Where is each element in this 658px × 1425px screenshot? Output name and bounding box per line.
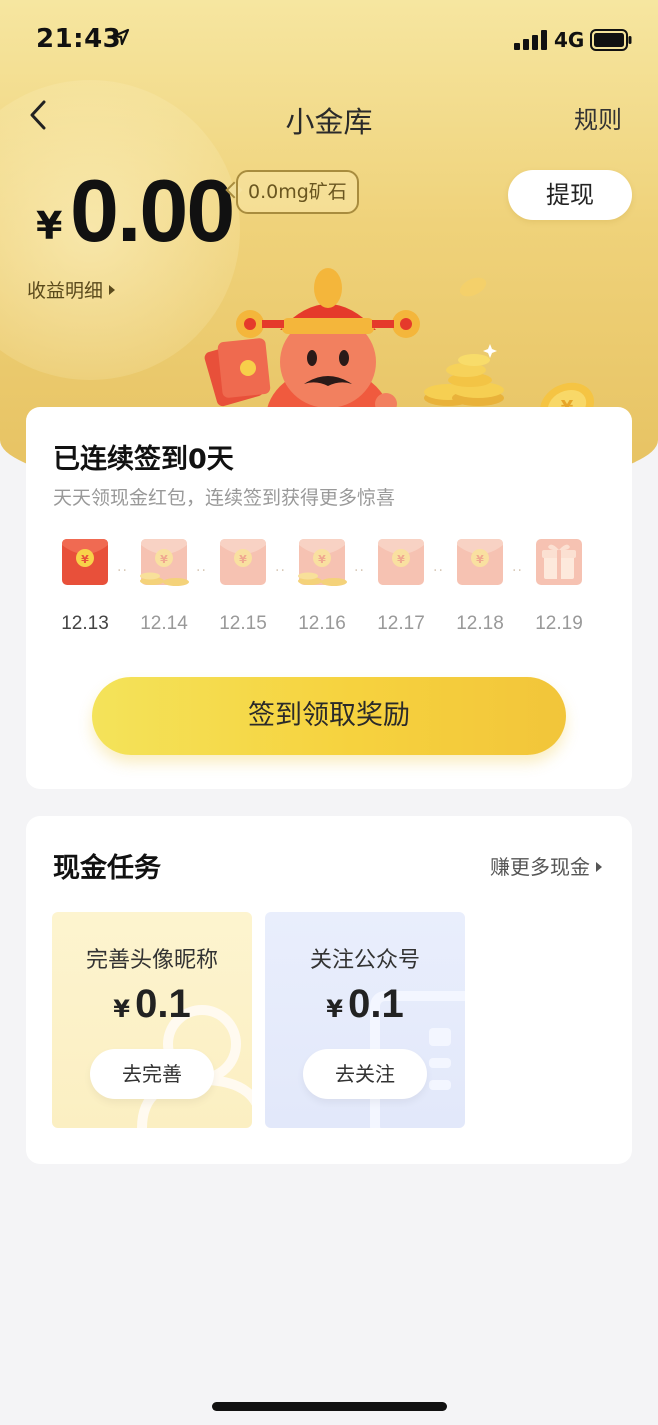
task-reward: ¥ 0.1 (265, 982, 465, 1027)
signin-day-4: ¥ 12.16 (292, 537, 352, 635)
svg-text:¥: ¥ (239, 553, 247, 566)
svg-text:¥: ¥ (318, 553, 326, 566)
svg-text:¥: ¥ (81, 553, 89, 566)
connector-dots: ·· (433, 563, 444, 579)
cash-tasks-title: 现金任务 (53, 853, 161, 884)
gold-coins-pile-icon (424, 344, 504, 406)
red-envelope-coins-icon: ¥ (140, 539, 189, 586)
earn-more-label: 赚更多现金 (490, 855, 590, 879)
svg-text:¥: ¥ (160, 553, 168, 566)
home-indicator[interactable] (212, 1402, 447, 1411)
signin-day-7: 12.19 (529, 537, 589, 635)
connector-dots: ·· (117, 563, 128, 579)
earn-more-cash-link[interactable]: 赚更多现金 (490, 851, 602, 880)
signin-day-1: ¥ 12.13 (55, 537, 115, 635)
task-amount: 0.1 (348, 982, 404, 1026)
svg-text:¥: ¥ (397, 553, 405, 566)
complete-profile-button[interactable]: 去完善 (90, 1049, 214, 1099)
signin-day-2: ¥ 12.14 (134, 537, 194, 635)
connector-dots: ·· (512, 563, 523, 579)
cellular-signal-icon (514, 30, 547, 50)
gift-box-icon (536, 539, 582, 585)
ore-badge: 0.0mg矿石 (236, 170, 359, 214)
task-reward: ¥ 0.1 (52, 982, 252, 1027)
signin-date: 12.17 (377, 613, 425, 634)
caret-right-icon (596, 862, 602, 872)
signin-date: 12.16 (298, 613, 346, 634)
withdraw-button[interactable]: 提现 (508, 170, 632, 220)
status-bar: 21:43 4G (0, 0, 658, 80)
task-card-complete-profile: 完善头像昵称 ¥ 0.1 去完善 (52, 912, 252, 1128)
floating-coin-icon (459, 277, 487, 297)
location-arrow-icon (112, 28, 130, 46)
follow-account-button[interactable]: 去关注 (303, 1049, 427, 1099)
signin-claim-reward-button[interactable]: 签到领取奖励 (92, 677, 566, 755)
task-card-follow-account: 关注公众号 ¥ 0.1 去关注 (265, 912, 465, 1128)
connector-dots: ·· (196, 563, 207, 579)
red-envelope-icon: ¥ (220, 539, 266, 585)
signin-date: 12.19 (535, 613, 583, 634)
task-name: 关注公众号 (309, 948, 420, 973)
red-envelope-icon: ¥ (62, 539, 108, 585)
connector-dots: ·· (354, 563, 365, 579)
signin-streak-title: 已连续签到0天 (53, 444, 234, 475)
signin-day-5: ¥ 12.17 (371, 537, 431, 635)
signin-day-3: ¥ 12.15 (213, 537, 273, 635)
signin-date: 12.14 (140, 613, 188, 634)
earnings-detail-link[interactable]: 收益明细 (27, 276, 116, 303)
rules-link[interactable]: 规则 (574, 100, 622, 135)
red-envelope-icon: ¥ (457, 539, 503, 585)
signin-date: 12.18 (456, 613, 504, 634)
task-amount: 0.1 (135, 982, 191, 1026)
red-envelope-coins-icon: ¥ (298, 539, 347, 586)
signin-subtitle: 天天领现金红包，连续签到获得更多惊喜 (53, 487, 396, 509)
earnings-detail-label: 收益明细 (27, 280, 104, 302)
signin-date: 12.15 (219, 613, 267, 634)
connector-dots: ·· (275, 563, 286, 579)
caret-right-icon (109, 285, 116, 295)
task-currency: ¥ (113, 995, 130, 1023)
red-envelope-icon: ¥ (378, 539, 424, 585)
status-time: 21:43 (36, 24, 122, 54)
battery-icon (590, 29, 632, 51)
balance-amount: 0.00 (70, 161, 235, 260)
task-currency: ¥ (326, 995, 343, 1023)
svg-text:¥: ¥ (476, 553, 484, 566)
task-name: 完善头像昵称 (85, 948, 218, 973)
signin-day-6: ¥ 12.18 (450, 537, 510, 635)
network-type: 4G (554, 28, 585, 52)
balance-currency: ¥ (36, 204, 63, 248)
signin-card: 已连续签到0天 天天领现金红包，连续签到获得更多惊喜 ¥ 12.13 ·· ¥ … (26, 407, 632, 789)
cash-tasks-card: 现金任务 赚更多现金 完善头像昵称 ¥ 0.1 去完善 关注公众号 ¥ 0.1 … (26, 816, 632, 1164)
signin-date: 12.13 (61, 613, 109, 634)
page-title: 小金库 (285, 105, 373, 139)
